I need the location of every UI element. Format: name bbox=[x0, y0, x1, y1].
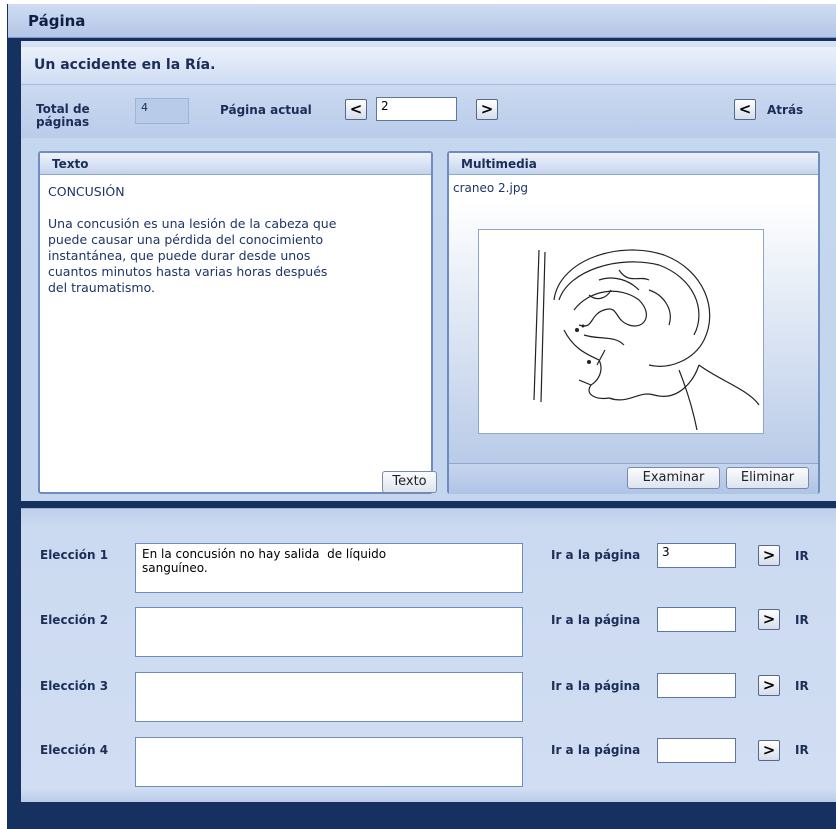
choice-3-label: Elección 3 bbox=[40, 679, 109, 693]
choice-1-go-button[interactable]: > bbox=[758, 545, 780, 566]
choice-3-text[interactable] bbox=[135, 672, 523, 722]
choice-2-goto-input[interactable] bbox=[657, 607, 736, 632]
text-panel: Texto CONCUSIÓN Una concusión es una les… bbox=[38, 151, 433, 494]
choice-4-label: Elección 4 bbox=[40, 743, 109, 757]
choice-4-go-button[interactable]: > bbox=[758, 740, 780, 761]
choice-2-go-label[interactable]: IR bbox=[795, 613, 809, 627]
choice-4-goto-input[interactable] bbox=[657, 738, 736, 763]
multimedia-image bbox=[478, 229, 764, 434]
chevron-right-icon: > bbox=[762, 546, 776, 564]
choice-4-text[interactable] bbox=[135, 737, 523, 787]
chevron-left-icon: < bbox=[349, 100, 363, 118]
choice-2-label: Elección 2 bbox=[40, 613, 109, 627]
text-panel-header: Texto bbox=[40, 153, 431, 175]
current-page-input[interactable]: 2 bbox=[376, 97, 457, 121]
choice-1-goto-label: Ir a la página bbox=[551, 548, 641, 562]
choice-2-goto-label: Ir a la página bbox=[551, 613, 641, 627]
choice-3-go-label[interactable]: IR bbox=[795, 679, 809, 693]
total-pages-label: Total de páginas bbox=[36, 102, 90, 129]
examine-button[interactable]: Examinar bbox=[627, 467, 720, 489]
text-content[interactable]: CONCUSIÓN Una concusión es una lesión de… bbox=[48, 184, 421, 296]
choice-1-text[interactable]: En la concusión no hay salida de líquido… bbox=[135, 543, 523, 593]
multimedia-panel: Multimedia craneo 2.jpg bbox=[447, 151, 820, 494]
chevron-left-icon: < bbox=[738, 100, 752, 118]
back-label[interactable]: Atrás bbox=[767, 103, 803, 117]
skull-brain-sketch-icon bbox=[533, 249, 760, 431]
choice-3-goto-input[interactable] bbox=[657, 673, 736, 698]
chevron-right-icon: > bbox=[762, 676, 776, 694]
multimedia-filename: craneo 2.jpg bbox=[449, 175, 818, 201]
choice-3-go-button[interactable]: > bbox=[758, 675, 780, 696]
chevron-right-icon: > bbox=[480, 100, 494, 118]
next-page-button[interactable]: > bbox=[476, 99, 498, 120]
page-header: Un accidente en la Ría. bbox=[21, 47, 836, 85]
chevron-right-icon: > bbox=[762, 741, 776, 759]
choice-2-text[interactable] bbox=[135, 607, 523, 657]
delete-button[interactable]: Eliminar bbox=[726, 467, 809, 489]
chevron-right-icon: > bbox=[762, 610, 776, 628]
multimedia-panel-header: Multimedia bbox=[449, 153, 818, 175]
text-edit-button[interactable]: Texto bbox=[382, 471, 437, 493]
current-page-label: Página actual bbox=[220, 103, 312, 117]
prev-page-button[interactable]: < bbox=[345, 99, 367, 120]
choice-4-go-label[interactable]: IR bbox=[795, 743, 809, 757]
choice-4-goto-label: Ir a la página bbox=[551, 743, 641, 757]
total-pages-value: 4 bbox=[135, 98, 189, 124]
choice-1-goto-input[interactable]: 3 bbox=[657, 543, 736, 568]
choice-2-go-button[interactable]: > bbox=[758, 609, 780, 630]
choice-1-go-label[interactable]: IR bbox=[795, 549, 809, 563]
choice-3-goto-label: Ir a la página bbox=[551, 679, 641, 693]
window-title: Página bbox=[28, 12, 86, 30]
back-button[interactable]: < bbox=[734, 99, 756, 120]
page-title: Un accidente en la Ría. bbox=[34, 57, 216, 73]
choice-1-label: Elección 1 bbox=[40, 548, 109, 562]
window-titlebar: Página bbox=[8, 4, 836, 38]
